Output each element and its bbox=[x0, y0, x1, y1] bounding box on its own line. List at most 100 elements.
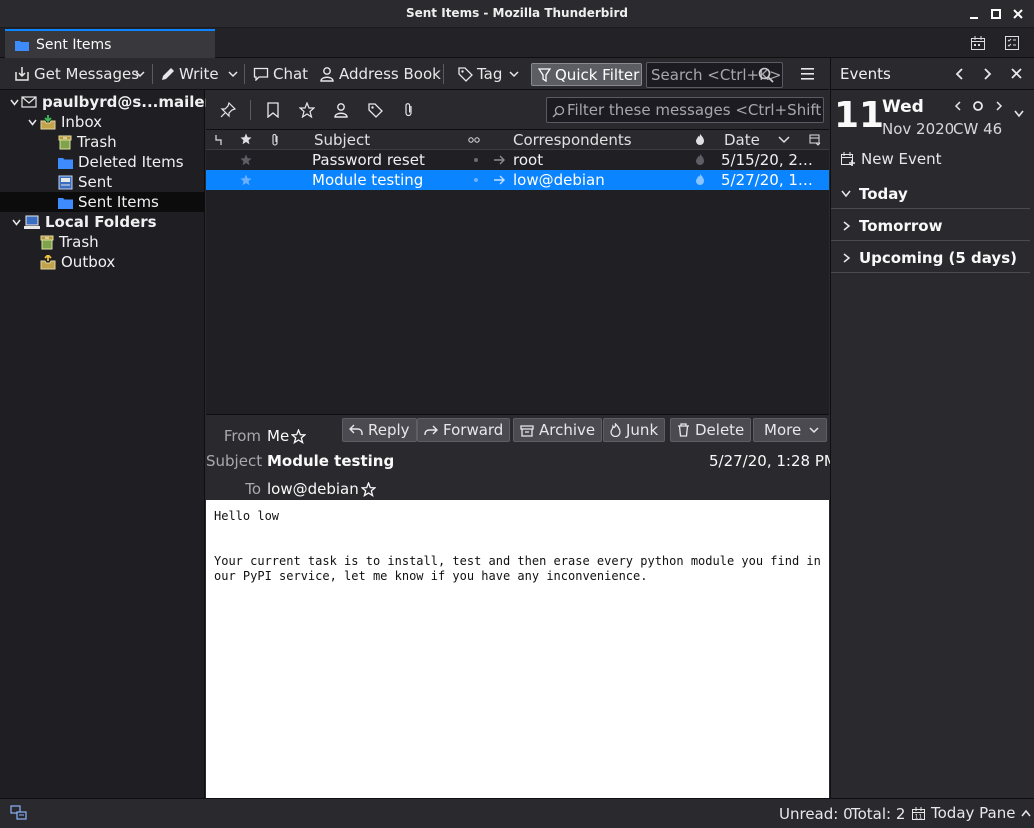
expand-chevron-icon[interactable] bbox=[10, 99, 19, 106]
chevron-left-icon[interactable] bbox=[954, 67, 966, 81]
pin-icon[interactable] bbox=[218, 100, 238, 120]
folder-item-trash[interactable]: Trash bbox=[0, 132, 205, 152]
chevron-right-icon[interactable] bbox=[981, 67, 993, 81]
mini-day-number: 11 bbox=[834, 95, 885, 136]
write-label: Write bbox=[179, 65, 219, 83]
attachment-column-icon[interactable] bbox=[271, 133, 279, 147]
quick-filter-button[interactable]: Quick Filter bbox=[531, 63, 642, 86]
junk-status-icon[interactable] bbox=[695, 173, 705, 186]
menu-icon[interactable] bbox=[800, 67, 816, 81]
sort-descending-icon[interactable] bbox=[778, 135, 790, 145]
more-label: More bbox=[764, 421, 802, 439]
junk-button[interactable]: Junk bbox=[603, 418, 666, 442]
message-correspondent: low@debian bbox=[513, 171, 605, 189]
tag-filter-icon[interactable] bbox=[365, 100, 385, 120]
star-filter-icon[interactable] bbox=[297, 100, 317, 120]
chevron-right-icon bbox=[841, 220, 851, 231]
folder-item-deleted-items[interactable]: Deleted Items bbox=[0, 152, 205, 172]
computer-icon bbox=[24, 215, 40, 230]
folder-item-outbox[interactable]: Outbox bbox=[0, 252, 205, 272]
chat-button[interactable]: Chat bbox=[253, 62, 308, 86]
agenda-section-upcoming[interactable]: Upcoming (5 days) bbox=[831, 243, 1030, 273]
folder-item-trash[interactable]: Trash bbox=[0, 232, 205, 252]
close-icon[interactable] bbox=[1010, 6, 1026, 22]
thread-column-icon[interactable] bbox=[215, 134, 223, 146]
maximize-icon[interactable] bbox=[988, 6, 1004, 22]
message-subject: Module testing bbox=[312, 171, 424, 189]
read-status-icon[interactable] bbox=[473, 157, 479, 163]
chevron-down-icon[interactable] bbox=[134, 62, 146, 86]
folder-icon bbox=[58, 156, 73, 169]
junk-status-icon[interactable] bbox=[695, 153, 705, 166]
folder-label: Local Folders bbox=[45, 213, 157, 231]
folder-item-sent[interactable]: Sent bbox=[0, 172, 205, 192]
junk-label: Junk bbox=[626, 421, 659, 439]
folder-item-local-folders[interactable]: Local Folders bbox=[0, 212, 205, 232]
to-value[interactable]: low@debian bbox=[267, 480, 376, 498]
tasks-tab-icon[interactable] bbox=[1004, 35, 1020, 51]
table-row[interactable]: Password reset root 5/15/20, 2… bbox=[206, 150, 829, 170]
unread-filter-icon[interactable] bbox=[263, 100, 283, 120]
folder-label: Trash bbox=[59, 233, 99, 251]
title-bar: Sent Items - Mozilla Thunderbird bbox=[0, 0, 1034, 28]
chevron-down-icon[interactable] bbox=[227, 62, 239, 86]
outbox-icon bbox=[40, 254, 56, 270]
trash-icon bbox=[677, 423, 690, 437]
attachment-filter-icon[interactable] bbox=[399, 100, 419, 120]
agenda-section-tomorrow[interactable]: Tomorrow bbox=[831, 211, 1030, 241]
tab-sent-items[interactable]: Sent Items bbox=[5, 29, 215, 58]
new-event-button[interactable]: New Event bbox=[840, 150, 941, 168]
message-body[interactable]: Hello low Your current task is to instal… bbox=[206, 500, 829, 798]
today-pane-toggle[interactable]: 11 Today Pane bbox=[911, 804, 1032, 822]
star-icon[interactable] bbox=[240, 154, 252, 166]
tag-button[interactable]: Tag bbox=[458, 62, 524, 86]
folder-label: Inbox bbox=[61, 113, 103, 131]
folder-item-paulbyrd-s-mailer-htb[interactable]: paulbyrd@s...mailer.htb bbox=[0, 92, 244, 112]
column-picker-icon[interactable] bbox=[809, 134, 821, 146]
quick-filter-bar: Filter these messages <Ctrl+Shift+K> bbox=[206, 90, 829, 130]
address-book-button[interactable]: Address Book bbox=[319, 62, 441, 86]
star-icon[interactable] bbox=[240, 174, 252, 186]
close-icon[interactable] bbox=[1010, 67, 1023, 80]
junk-column-icon[interactable] bbox=[695, 133, 705, 146]
previous-day-icon[interactable] bbox=[953, 100, 963, 112]
svg-text:11: 11 bbox=[915, 813, 923, 820]
minimize-icon[interactable] bbox=[966, 6, 982, 22]
write-button[interactable]: Write bbox=[161, 62, 219, 86]
date-column-header[interactable]: Date bbox=[724, 131, 760, 149]
expand-chevron-icon[interactable] bbox=[26, 119, 38, 126]
get-messages-button[interactable]: Get Messages bbox=[14, 62, 139, 86]
read-column-icon[interactable] bbox=[468, 136, 480, 144]
archive-button[interactable]: Archive bbox=[513, 418, 603, 442]
read-status-icon[interactable] bbox=[473, 177, 479, 183]
star-outline-icon[interactable] bbox=[291, 428, 307, 444]
today-pane-label: Today Pane bbox=[931, 804, 1016, 822]
agenda-label: Upcoming (5 days) bbox=[859, 248, 1017, 267]
folder-item-sent-items[interactable]: Sent Items bbox=[0, 192, 205, 212]
folder-icon bbox=[58, 196, 73, 209]
forward-button[interactable]: Forward bbox=[417, 418, 511, 442]
expand-chevron-icon[interactable] bbox=[10, 219, 22, 226]
reply-button[interactable]: Reply bbox=[342, 418, 417, 442]
subject-column-header[interactable]: Subject bbox=[314, 131, 370, 149]
from-value[interactable]: Me bbox=[267, 427, 307, 445]
correspondents-column-header[interactable]: Correspondents bbox=[513, 131, 632, 149]
star-outline-icon[interactable] bbox=[360, 481, 376, 497]
calendar-tab-icon[interactable] bbox=[970, 35, 986, 51]
from-label: From bbox=[223, 427, 261, 445]
contact-filter-icon[interactable] bbox=[331, 100, 351, 120]
connection-status-icon[interactable] bbox=[10, 805, 28, 821]
filter-messages-input[interactable]: Filter these messages <Ctrl+Shift+K> bbox=[546, 97, 824, 123]
delete-button[interactable]: Delete bbox=[670, 418, 752, 442]
next-day-icon[interactable] bbox=[994, 100, 1004, 112]
folder-item-inbox[interactable]: Inbox bbox=[0, 112, 205, 132]
agenda-section-today[interactable]: Today bbox=[831, 179, 1030, 209]
message-subject: Password reset bbox=[312, 151, 425, 169]
unread-count: Unread: 0 bbox=[779, 805, 853, 823]
chevron-down-icon[interactable] bbox=[1013, 109, 1025, 119]
table-row[interactable]: Module testing low@debian 5/27/20, 1… bbox=[206, 170, 829, 190]
star-column-icon[interactable] bbox=[240, 133, 252, 145]
folder-label: Deleted Items bbox=[78, 153, 184, 171]
more-button[interactable]: More bbox=[753, 418, 828, 442]
today-circle-icon[interactable] bbox=[972, 100, 984, 112]
